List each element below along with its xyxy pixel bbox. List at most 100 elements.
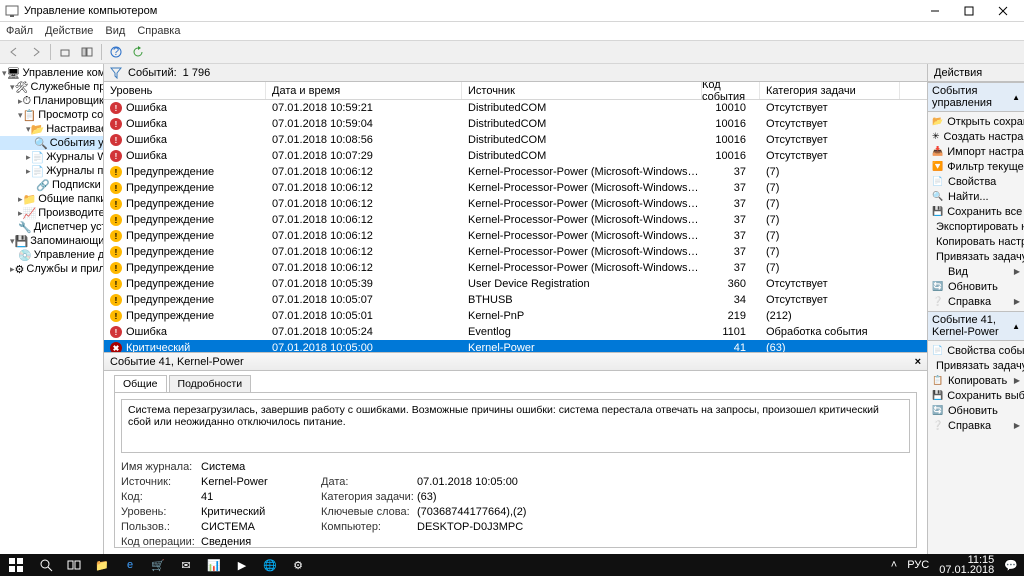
table-row[interactable]: !Предупреждение07.01.2018 10:06:12Kernel… <box>104 228 927 244</box>
lbl-opcode: Код операции: <box>121 536 201 548</box>
table-row[interactable]: !Ошибка07.01.2018 10:59:04DistributedCOM… <box>104 116 927 132</box>
taskbar-app[interactable]: ✉ <box>172 554 200 576</box>
action-item[interactable]: Привязать задачу к со... <box>928 358 1024 373</box>
action-item[interactable]: Привязать задачу к на... <box>928 249 1024 264</box>
action-item[interactable]: ❔Справка▶ <box>928 294 1024 309</box>
taskbar-app[interactable]: 📁 <box>88 554 116 576</box>
val-log: Система <box>201 461 321 473</box>
tree-item[interactable]: ▸⚙Службы и приложения <box>0 262 103 276</box>
show-hide-button[interactable] <box>77 42 97 62</box>
event-grid[interactable]: Уровень Дата и время Источник Код событи… <box>104 82 927 352</box>
table-row[interactable]: !Предупреждение07.01.2018 10:06:12Kernel… <box>104 164 927 180</box>
help-button[interactable]: ? <box>106 42 126 62</box>
table-row[interactable]: !Ошибка07.01.2018 10:05:24Eventlog1101Об… <box>104 324 927 340</box>
action-item[interactable]: Копировать настраив... <box>928 234 1024 249</box>
table-row[interactable]: !Предупреждение07.01.2018 10:06:12Kernel… <box>104 244 927 260</box>
details-close-icon[interactable]: × <box>915 356 921 368</box>
taskbar-app[interactable]: 🛒 <box>144 554 172 576</box>
close-button[interactable] <box>986 1 1020 21</box>
start-button[interactable] <box>0 554 32 576</box>
menu-help[interactable]: Справка <box>137 25 180 37</box>
table-row[interactable]: !Ошибка07.01.2018 10:59:21DistributedCOM… <box>104 100 927 116</box>
action-item[interactable]: 🔄Обновить <box>928 403 1024 418</box>
window-title: Управление компьютером <box>24 5 918 17</box>
action-item[interactable]: 💾Сохранить все событи... <box>928 204 1024 219</box>
refresh-button[interactable] <box>128 42 148 62</box>
taskbar-app[interactable]: 📊 <box>200 554 228 576</box>
tree-item[interactable]: ▸⏱Планировщик задани <box>0 94 103 108</box>
taskbar-app[interactable]: 🌐 <box>256 554 284 576</box>
tab-details[interactable]: Подробности <box>169 375 252 392</box>
forward-button[interactable] <box>26 42 46 62</box>
col-id[interactable]: Код события <box>702 82 760 99</box>
action-item[interactable]: 🔄Обновить <box>928 279 1024 294</box>
action-item[interactable]: ❔Справка▶ <box>928 418 1024 433</box>
tree-item[interactable]: 🔗Подписки <box>0 178 103 192</box>
table-row[interactable]: !Предупреждение07.01.2018 10:06:12Kernel… <box>104 260 927 276</box>
action-item[interactable]: ✳Создать настраиваем... <box>928 129 1024 144</box>
menu-file[interactable]: Файл <box>6 25 33 37</box>
up-button[interactable] <box>55 42 75 62</box>
action-item[interactable]: 📥Импорт настраиваемо... <box>928 144 1024 159</box>
actions-group1-header[interactable]: События управления▲ <box>928 82 1024 112</box>
table-row[interactable]: !Ошибка07.01.2018 10:07:29DistributedCOM… <box>104 148 927 164</box>
taskview-icon[interactable] <box>60 554 88 576</box>
val-kw: (70368744177664),(2) <box>417 506 597 518</box>
col-date[interactable]: Дата и время <box>266 82 462 99</box>
tree-item[interactable]: ▸📄Журналы приложе <box>0 164 103 178</box>
taskbar[interactable]: 📁 e 🛒 ✉ 📊 ▶ 🌐 ⚙ ˄ РУС 11:1507.01.2018 💬 <box>0 554 1024 576</box>
action-item[interactable]: Экспортировать настр... <box>928 219 1024 234</box>
actions-group2-header[interactable]: Событие 41, Kernel-Power▲ <box>928 311 1024 341</box>
maximize-button[interactable] <box>952 1 986 21</box>
actions-title: Действия <box>928 64 1024 82</box>
taskbar-app[interactable]: ⚙ <box>284 554 312 576</box>
tree-item[interactable]: ▾🖥Управление компьютером (л <box>0 66 103 80</box>
tree-item[interactable]: 💿Управление дискам <box>0 248 103 262</box>
col-level[interactable]: Уровень <box>104 82 266 99</box>
taskbar-app[interactable]: e <box>116 554 144 576</box>
event-message: Система перезагрузилась, завершив работу… <box>121 399 910 453</box>
tree-item[interactable]: ▸📄Журналы Windows <box>0 150 103 164</box>
action-item[interactable]: Вид▶ <box>928 264 1024 279</box>
nav-tree[interactable]: ▾🖥Управление компьютером (л▾🛠Служебные п… <box>0 64 104 554</box>
action-item[interactable]: 📋Копировать▶ <box>928 373 1024 388</box>
tree-item[interactable]: 🔧Диспетчер устройст <box>0 220 103 234</box>
table-row[interactable]: !Предупреждение07.01.2018 10:05:39User D… <box>104 276 927 292</box>
tree-item[interactable]: ▸📁Общие папки <box>0 192 103 206</box>
action-item[interactable]: 💾Сохранить выбранные... <box>928 388 1024 403</box>
action-item[interactable]: 📂Открыть сохраненны... <box>928 114 1024 129</box>
table-row[interactable]: !Ошибка07.01.2018 10:08:56DistributedCOM… <box>104 132 927 148</box>
tab-general[interactable]: Общие <box>114 375 167 392</box>
menu-action[interactable]: Действие <box>45 25 93 37</box>
tree-item[interactable]: 🔍События управ <box>0 136 103 150</box>
action-item[interactable]: 🔍Найти... <box>928 189 1024 204</box>
table-row[interactable]: !Предупреждение07.01.2018 10:05:01Kernel… <box>104 308 927 324</box>
funnel-icon <box>110 67 122 79</box>
tree-item[interactable]: ▾🛠Служебные программы <box>0 80 103 94</box>
menu-view[interactable]: Вид <box>105 25 125 37</box>
col-source[interactable]: Источник <box>462 82 702 99</box>
lbl-kw: Ключевые слова: <box>321 506 417 518</box>
action-item[interactable]: 📄Свойства <box>928 174 1024 189</box>
table-row[interactable]: !Предупреждение07.01.2018 10:06:12Kernel… <box>104 180 927 196</box>
search-icon[interactable] <box>32 554 60 576</box>
action-item[interactable]: 📄Свойства событий <box>928 343 1024 358</box>
tray-lang[interactable]: РУС <box>907 559 929 571</box>
tree-item[interactable]: ▸📈Производительнос <box>0 206 103 220</box>
table-row[interactable]: !Предупреждение07.01.2018 10:05:07BTHUSB… <box>104 292 927 308</box>
tree-item[interactable]: ▾📋Просмотр событий <box>0 108 103 122</box>
tray-clock[interactable]: 11:1507.01.2018 <box>939 555 994 575</box>
table-row[interactable]: !Предупреждение07.01.2018 10:06:12Kernel… <box>104 212 927 228</box>
notifications-icon[interactable]: 💬 <box>1004 559 1018 572</box>
tray-chevron-icon[interactable]: ˄ <box>891 559 897 571</box>
tree-item[interactable]: ▾💾Запоминающие устройс <box>0 234 103 248</box>
action-item[interactable]: 🔽Фильтр текущего наст... <box>928 159 1024 174</box>
table-row[interactable]: ✖Критический07.01.2018 10:05:00Kernel-Po… <box>104 340 927 352</box>
taskbar-app[interactable]: ▶ <box>228 554 256 576</box>
col-category[interactable]: Категория задачи <box>760 82 900 99</box>
grid-header[interactable]: Уровень Дата и время Источник Код событи… <box>104 82 927 100</box>
minimize-button[interactable] <box>918 1 952 21</box>
tree-item[interactable]: ▾📂Настраиваемые пр <box>0 122 103 136</box>
back-button[interactable] <box>4 42 24 62</box>
table-row[interactable]: !Предупреждение07.01.2018 10:06:12Kernel… <box>104 196 927 212</box>
